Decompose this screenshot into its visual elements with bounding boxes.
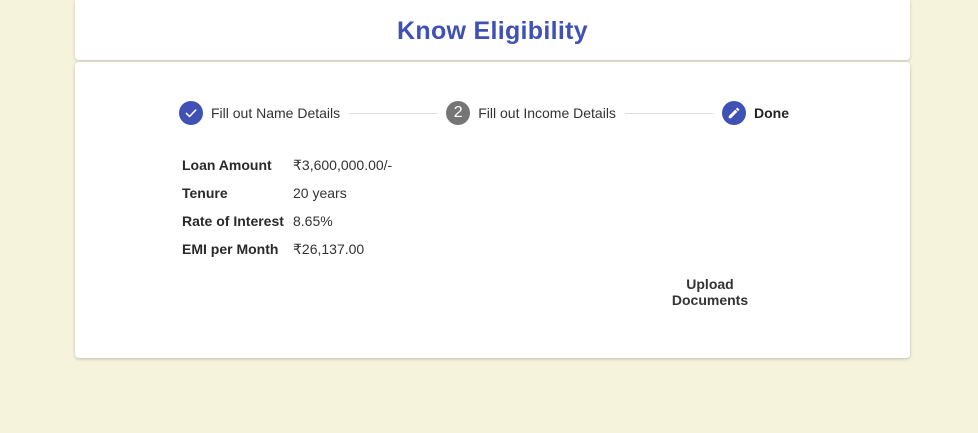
row-label: Rate of Interest	[182, 213, 284, 229]
row-value: ₹3,600,000.00/-	[293, 156, 393, 173]
table-row: Rate of Interest 8.65%	[182, 207, 392, 235]
stepper: Fill out Name Details 2 Fill out Income …	[179, 101, 789, 125]
row-label: Tenure	[182, 185, 228, 201]
eligibility-card: Fill out Name Details 2 Fill out Income …	[75, 62, 910, 358]
step-connector	[624, 112, 713, 114]
header-card: Know Eligibility	[75, 0, 910, 60]
pencil-icon	[722, 101, 746, 125]
row-value: 8.65%	[293, 213, 333, 229]
step-name-details[interactable]: Fill out Name Details	[179, 101, 340, 125]
step-done[interactable]: Done	[722, 101, 789, 125]
row-label: EMI per Month	[182, 241, 279, 257]
step-number: 2	[446, 101, 471, 125]
check-icon	[179, 101, 203, 125]
step-label: Fill out Income Details	[478, 105, 616, 121]
row-value: ₹26,137.00	[293, 240, 365, 257]
table-row: Tenure 20 years	[182, 179, 392, 207]
step-income-details[interactable]: 2 Fill out Income Details	[446, 101, 616, 125]
page-title: Know Eligibility	[397, 16, 588, 45]
step-label: Fill out Name Details	[211, 105, 341, 121]
table-row: Loan Amount ₹3,600,000.00/-	[182, 151, 392, 179]
step-connector	[349, 112, 438, 114]
row-value: 20 years	[293, 185, 347, 201]
upload-documents-button[interactable]: Upload Documents	[650, 276, 770, 308]
table-row: EMI per Month ₹26,137.00	[182, 235, 392, 263]
step-label: Done	[754, 105, 789, 121]
loan-details-table: Loan Amount ₹3,600,000.00/- Tenure 20 ye…	[182, 151, 392, 263]
row-label: Loan Amount	[182, 157, 272, 173]
